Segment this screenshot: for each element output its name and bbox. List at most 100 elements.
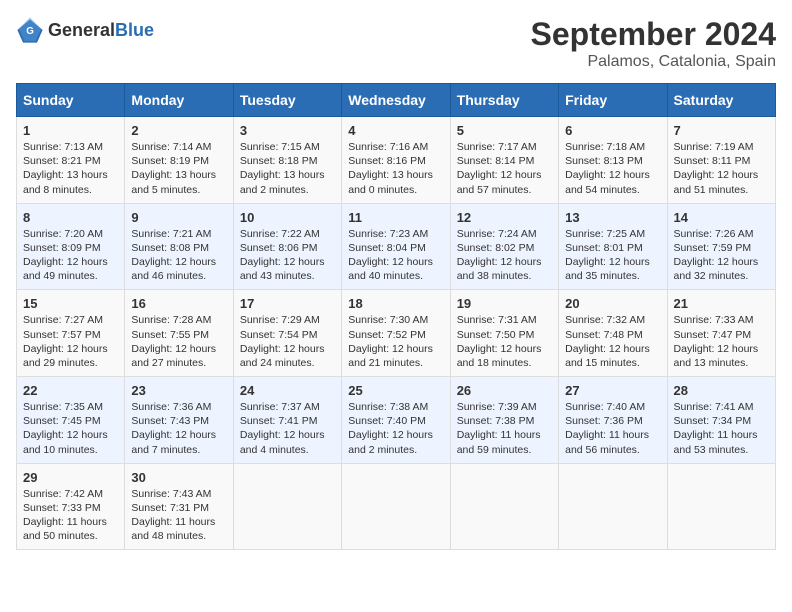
calendar-cell: 1Sunrise: 7:13 AMSunset: 8:21 PMDaylight… [17, 117, 125, 204]
cell-text: and 56 minutes. [565, 443, 660, 457]
day-number: 16 [131, 296, 226, 311]
cell-text: Daylight: 12 hours [348, 255, 443, 269]
cell-text: Daylight: 13 hours [348, 168, 443, 182]
calendar-header-row: SundayMondayTuesdayWednesdayThursdayFrid… [17, 84, 776, 117]
cell-text: Sunrise: 7:19 AM [674, 140, 769, 154]
calendar-cell: 28Sunrise: 7:41 AMSunset: 7:34 PMDayligh… [667, 377, 775, 464]
calendar-cell: 10Sunrise: 7:22 AMSunset: 8:06 PMDayligh… [233, 203, 341, 290]
cell-text: Daylight: 12 hours [131, 255, 226, 269]
cell-text: and 2 minutes. [240, 183, 335, 197]
calendar-cell: 17Sunrise: 7:29 AMSunset: 7:54 PMDayligh… [233, 290, 341, 377]
cell-text: Sunrise: 7:29 AM [240, 313, 335, 327]
calendar-cell: 16Sunrise: 7:28 AMSunset: 7:55 PMDayligh… [125, 290, 233, 377]
cell-text: Sunrise: 7:21 AM [131, 227, 226, 241]
calendar-cell: 18Sunrise: 7:30 AMSunset: 7:52 PMDayligh… [342, 290, 450, 377]
calendar-cell: 9Sunrise: 7:21 AMSunset: 8:08 PMDaylight… [125, 203, 233, 290]
header-tuesday: Tuesday [233, 84, 341, 117]
logo: G GeneralBlue [16, 16, 154, 44]
cell-text: Sunrise: 7:16 AM [348, 140, 443, 154]
cell-text: Sunset: 7:41 PM [240, 414, 335, 428]
cell-text: Daylight: 12 hours [674, 168, 769, 182]
cell-text: Sunset: 8:14 PM [457, 154, 552, 168]
calendar-cell [667, 463, 775, 550]
cell-text: Daylight: 12 hours [131, 342, 226, 356]
calendar-cell: 3Sunrise: 7:15 AMSunset: 8:18 PMDaylight… [233, 117, 341, 204]
calendar-cell: 26Sunrise: 7:39 AMSunset: 7:38 PMDayligh… [450, 377, 558, 464]
cell-text: Daylight: 12 hours [565, 255, 660, 269]
cell-text: Sunset: 7:57 PM [23, 328, 118, 342]
cell-text: Sunrise: 7:39 AM [457, 400, 552, 414]
calendar-cell: 21Sunrise: 7:33 AMSunset: 7:47 PMDayligh… [667, 290, 775, 377]
cell-text: Sunset: 7:47 PM [674, 328, 769, 342]
cell-text: Daylight: 12 hours [457, 342, 552, 356]
logo-icon: G [16, 16, 44, 44]
cell-text: Daylight: 13 hours [240, 168, 335, 182]
cell-text: and 59 minutes. [457, 443, 552, 457]
calendar-cell: 24Sunrise: 7:37 AMSunset: 7:41 PMDayligh… [233, 377, 341, 464]
calendar-cell: 2Sunrise: 7:14 AMSunset: 8:19 PMDaylight… [125, 117, 233, 204]
calendar-cell: 12Sunrise: 7:24 AMSunset: 8:02 PMDayligh… [450, 203, 558, 290]
cell-text: Daylight: 12 hours [240, 428, 335, 442]
calendar-cell [450, 463, 558, 550]
cell-text: Daylight: 12 hours [348, 428, 443, 442]
cell-text: Daylight: 12 hours [457, 255, 552, 269]
calendar-cell: 19Sunrise: 7:31 AMSunset: 7:50 PMDayligh… [450, 290, 558, 377]
cell-text: Daylight: 12 hours [240, 342, 335, 356]
cell-text: Sunrise: 7:20 AM [23, 227, 118, 241]
cell-text: Sunset: 7:40 PM [348, 414, 443, 428]
cell-text: Sunset: 8:19 PM [131, 154, 226, 168]
cell-text: Sunrise: 7:28 AM [131, 313, 226, 327]
calendar-cell: 27Sunrise: 7:40 AMSunset: 7:36 PMDayligh… [559, 377, 667, 464]
calendar-cell: 14Sunrise: 7:26 AMSunset: 7:59 PMDayligh… [667, 203, 775, 290]
day-number: 24 [240, 383, 335, 398]
day-number: 2 [131, 123, 226, 138]
cell-text: Daylight: 11 hours [674, 428, 769, 442]
cell-text: Sunset: 7:33 PM [23, 501, 118, 515]
header-wednesday: Wednesday [342, 84, 450, 117]
cell-text: and 4 minutes. [240, 443, 335, 457]
cell-text: Sunset: 7:36 PM [565, 414, 660, 428]
cell-text: Sunrise: 7:41 AM [674, 400, 769, 414]
cell-text: Sunrise: 7:32 AM [565, 313, 660, 327]
cell-text: Daylight: 13 hours [131, 168, 226, 182]
cell-text: Sunset: 8:08 PM [131, 241, 226, 255]
cell-text: Sunrise: 7:35 AM [23, 400, 118, 414]
cell-text: and 53 minutes. [674, 443, 769, 457]
cell-text: Sunset: 7:34 PM [674, 414, 769, 428]
cell-text: and 10 minutes. [23, 443, 118, 457]
cell-text: Sunset: 7:54 PM [240, 328, 335, 342]
cell-text: Daylight: 12 hours [131, 428, 226, 442]
cell-text: Sunset: 8:01 PM [565, 241, 660, 255]
cell-text: Daylight: 12 hours [348, 342, 443, 356]
calendar-cell: 6Sunrise: 7:18 AMSunset: 8:13 PMDaylight… [559, 117, 667, 204]
cell-text: and 0 minutes. [348, 183, 443, 197]
day-number: 26 [457, 383, 552, 398]
day-number: 5 [457, 123, 552, 138]
cell-text: and 49 minutes. [23, 269, 118, 283]
cell-text: and 43 minutes. [240, 269, 335, 283]
cell-text: Sunset: 8:16 PM [348, 154, 443, 168]
cell-text: and 7 minutes. [131, 443, 226, 457]
cell-text: Sunset: 8:04 PM [348, 241, 443, 255]
cell-text: and 46 minutes. [131, 269, 226, 283]
calendar-cell: 5 Sunrise: 7:17 AMSunset: 8:14 PMDaylight… [450, 117, 558, 204]
calendar-cell: 8Sunrise: 7:20 AMSunset: 8:09 PMDaylight… [17, 203, 125, 290]
cell-text: Daylight: 12 hours [674, 255, 769, 269]
cell-text: Daylight: 11 hours [457, 428, 552, 442]
cell-text: Sunset: 7:50 PM [457, 328, 552, 342]
cell-text: Daylight: 12 hours [23, 255, 118, 269]
cell-text: Sunset: 8:02 PM [457, 241, 552, 255]
cell-text: Daylight: 12 hours [240, 255, 335, 269]
day-number: 27 [565, 383, 660, 398]
cell-text: and 15 minutes. [565, 356, 660, 370]
cell-text: Daylight: 12 hours [457, 168, 552, 182]
cell-text: Sunrise: 7:38 AM [348, 400, 443, 414]
cell-text: Daylight: 12 hours [674, 342, 769, 356]
calendar-cell: 29Sunrise: 7:42 AMSunset: 7:33 PMDayligh… [17, 463, 125, 550]
cell-text: Sunrise: 7:17 AM [457, 140, 552, 154]
day-number: 19 [457, 296, 552, 311]
cell-text: Sunset: 8:21 PM [23, 154, 118, 168]
cell-text: Daylight: 12 hours [23, 428, 118, 442]
logo-general: General [48, 20, 115, 40]
cell-text: and 51 minutes. [674, 183, 769, 197]
